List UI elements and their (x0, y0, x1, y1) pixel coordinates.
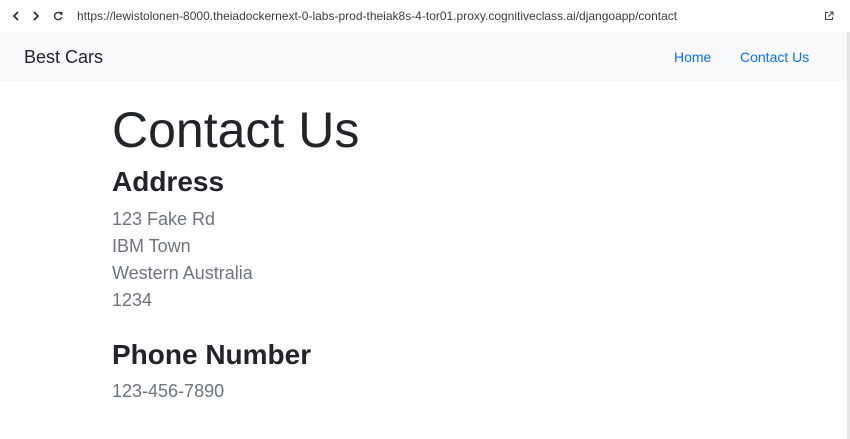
address-line-street: 123 Fake Rd (112, 209, 216, 229)
nav-link-contact-us[interactable]: Contact Us (740, 49, 809, 65)
reload-icon[interactable] (51, 8, 65, 24)
address-bar-url[interactable]: https://lewistolonen-8000.theiadockernex… (77, 9, 677, 23)
site-navbar: Best Cars Home Contact Us (0, 32, 847, 81)
browser-toolbar: https://lewistolonen-8000.theiadockernex… (0, 0, 850, 32)
page-title: Contact Us (112, 102, 360, 158)
address-line-state: Western Australia (112, 263, 253, 283)
navbar-brand[interactable]: Best Cars (24, 47, 103, 68)
address-line-town: IBM Town (112, 236, 191, 256)
phone-heading: Phone Number (112, 339, 312, 370)
chevron-left-icon[interactable] (9, 8, 23, 24)
address-line-postcode: 1234 (112, 290, 153, 310)
external-link-icon[interactable] (823, 9, 835, 21)
phone-number: 123-456-7890 (112, 381, 225, 401)
address-heading: Address (112, 166, 225, 197)
nav-link-home[interactable]: Home (674, 49, 711, 65)
chevron-right-icon[interactable] (29, 8, 43, 24)
